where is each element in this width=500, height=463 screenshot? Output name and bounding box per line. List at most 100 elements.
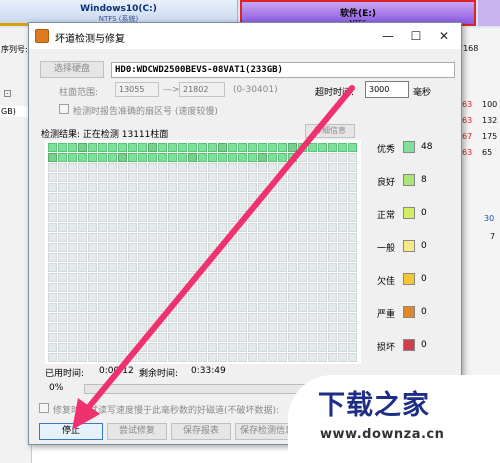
sector-cell [248, 143, 257, 152]
sector-cell [78, 273, 87, 282]
sector-cell [238, 173, 247, 182]
sector-cell [118, 203, 127, 212]
cylinder-end-input[interactable]: 21802 [179, 82, 225, 97]
sector-cell [318, 323, 327, 332]
close-button[interactable]: ✕ [431, 26, 457, 46]
sector-cell [228, 293, 237, 302]
sector-cell [198, 193, 207, 202]
sector-cell [198, 233, 207, 242]
legend-count: 0 [421, 274, 427, 284]
sector-cell [268, 233, 277, 242]
sector-cell [348, 243, 357, 252]
sector-cell [88, 193, 97, 202]
repair-slow-checkbox[interactable] [39, 403, 49, 413]
sector-cell [268, 283, 277, 292]
sector-cell [268, 213, 277, 222]
sector-cell [198, 293, 207, 302]
sector-cell [128, 323, 137, 332]
sector-cell [128, 183, 137, 192]
sector-cell [288, 293, 297, 302]
sector-cell [158, 163, 167, 172]
sector-cell [138, 343, 147, 352]
sector-cell [328, 243, 337, 252]
timeout-input[interactable]: 3000 [365, 81, 409, 98]
partition-next[interactable] [478, 0, 500, 26]
sector-cell [318, 293, 327, 302]
dialog-title: 坏道检测与修复 [55, 34, 125, 45]
sector-cell [218, 353, 227, 362]
sector-cell [238, 153, 247, 162]
sector-cell [198, 243, 207, 252]
sector-cell [78, 233, 87, 242]
sector-cell [238, 143, 247, 152]
cylinder-start-input[interactable]: 13055 [115, 82, 159, 97]
sector-cell [318, 193, 327, 202]
sector-cell [48, 223, 57, 232]
stop-button[interactable]: 停止 [39, 423, 103, 440]
sector-cell [168, 153, 177, 162]
sector-cell [268, 183, 277, 192]
sector-cell [88, 343, 97, 352]
sector-cell [248, 333, 257, 342]
sector-cell [318, 263, 327, 272]
select-disk-button[interactable]: 选择硬盘 [40, 61, 104, 78]
sector-cell [138, 263, 147, 272]
disk-name-field: HD0:WDCWD2500BEVS-08VAT1(233GB) [111, 62, 455, 78]
sector-cell [288, 313, 297, 322]
sector-cell [198, 183, 207, 192]
sector-cell [278, 303, 287, 312]
sector-cell [98, 183, 107, 192]
sector-cell [88, 223, 97, 232]
sector-cell [128, 223, 137, 232]
try-repair-button[interactable]: 尝试修复 [107, 423, 167, 440]
sector-cell [218, 153, 227, 162]
remaining-value: 0:33:49 [191, 366, 226, 376]
sector-cell [148, 353, 157, 362]
sector-grid [48, 143, 358, 362]
sector-cell [328, 283, 337, 292]
sector-cell [78, 343, 87, 352]
sector-cell [318, 303, 327, 312]
sector-cell [78, 243, 87, 252]
sector-cell [208, 293, 217, 302]
sector-cell [48, 313, 57, 322]
sector-cell [58, 253, 67, 262]
sector-cell [108, 333, 117, 342]
dialog-titlebar[interactable]: 坏道检测与修复 — ☐ ✕ [29, 23, 461, 49]
sector-cell [268, 203, 277, 212]
sector-cell [298, 193, 307, 202]
sector-cell [148, 343, 157, 352]
sector-cell [108, 233, 117, 242]
expand-icon[interactable]: - [4, 90, 11, 97]
sector-cell [68, 193, 77, 202]
sector-cell [248, 263, 257, 272]
sector-cell [78, 283, 87, 292]
sector-cell [78, 353, 87, 362]
detail-info-button[interactable]: 详细信息 [305, 124, 355, 138]
sector-cell [88, 183, 97, 192]
sector-cell [168, 213, 177, 222]
sector-cell [128, 313, 137, 322]
sector-cell [298, 183, 307, 192]
report-sector-checkbox[interactable] [59, 104, 69, 114]
sector-cell [98, 353, 107, 362]
sector-cell [68, 253, 77, 262]
sector-cell [208, 193, 217, 202]
sector-cell [278, 343, 287, 352]
progress-percent: 0% [49, 383, 64, 393]
sector-cell [338, 203, 347, 212]
sector-cell [138, 223, 147, 232]
sector-cell [308, 233, 317, 242]
sector-cell [308, 203, 317, 212]
sector-cell [58, 173, 67, 182]
sector-cell [228, 353, 237, 362]
watermark-url: www.downza.cn [320, 427, 445, 442]
minimize-button[interactable]: — [375, 26, 401, 46]
sector-cell [188, 323, 197, 332]
sector-cell [268, 333, 277, 342]
sector-cell [208, 353, 217, 362]
sector-cell [158, 263, 167, 272]
save-report-button[interactable]: 保存报表 [171, 423, 231, 440]
bg-value: 63 [462, 100, 473, 109]
maximize-button[interactable]: ☐ [403, 26, 429, 46]
